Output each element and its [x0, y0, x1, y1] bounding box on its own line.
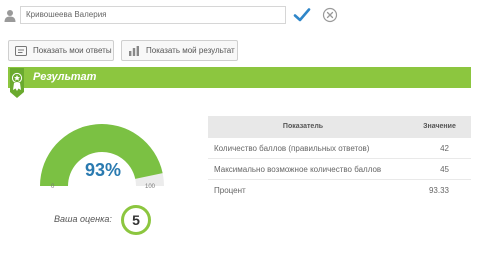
table-row: Процент 93.33 — [208, 180, 471, 201]
column-header-indicator: Показатель — [282, 123, 324, 130]
user-icon — [4, 10, 16, 22]
row-value: 42 — [440, 144, 449, 153]
gauge-max-label: 100 — [145, 184, 156, 190]
table-row: Количество баллов (правильных ответов) 4… — [208, 138, 471, 159]
row-label: Процент — [214, 186, 246, 195]
row-label: Максимально возможное количество баллов — [214, 165, 382, 174]
show-result-button[interactable]: Показать мой результат — [121, 40, 238, 61]
gauge-value: 93% — [84, 160, 122, 180]
result-header: Результат — [8, 67, 471, 88]
table-header: Показатель Значение — [208, 116, 471, 138]
results-table: Показатель Значение Количество баллов (п… — [208, 116, 471, 201]
top-bar: Кривошеева Валерия — [0, 0, 480, 30]
result-title: Результат — [33, 71, 97, 83]
close-circle-icon[interactable] — [322, 7, 338, 23]
row-label: Количество баллов (правильных ответов) — [214, 144, 370, 153]
show-answers-button[interactable]: Показать мои ответы — [8, 40, 114, 61]
show-answers-label: Показать мои ответы — [33, 46, 112, 55]
row-value: 45 — [440, 165, 449, 174]
row-value: 93.33 — [428, 186, 449, 195]
table-row: Максимально возможное количество баллов … — [208, 159, 471, 180]
award-badge-icon — [10, 68, 24, 98]
grade-label: Ваша оценка: — [54, 214, 112, 224]
grade-badge: 5 — [121, 205, 151, 235]
show-result-label: Показать мой результат — [146, 46, 235, 55]
column-header-value: Значение — [423, 123, 456, 130]
gauge-min-label: 0 — [51, 184, 55, 190]
student-name-field[interactable]: Кривошеева Валерия — [20, 6, 286, 24]
answers-icon — [15, 46, 27, 56]
checkmark-icon[interactable] — [293, 7, 311, 23]
bar-chart-icon — [129, 46, 139, 56]
